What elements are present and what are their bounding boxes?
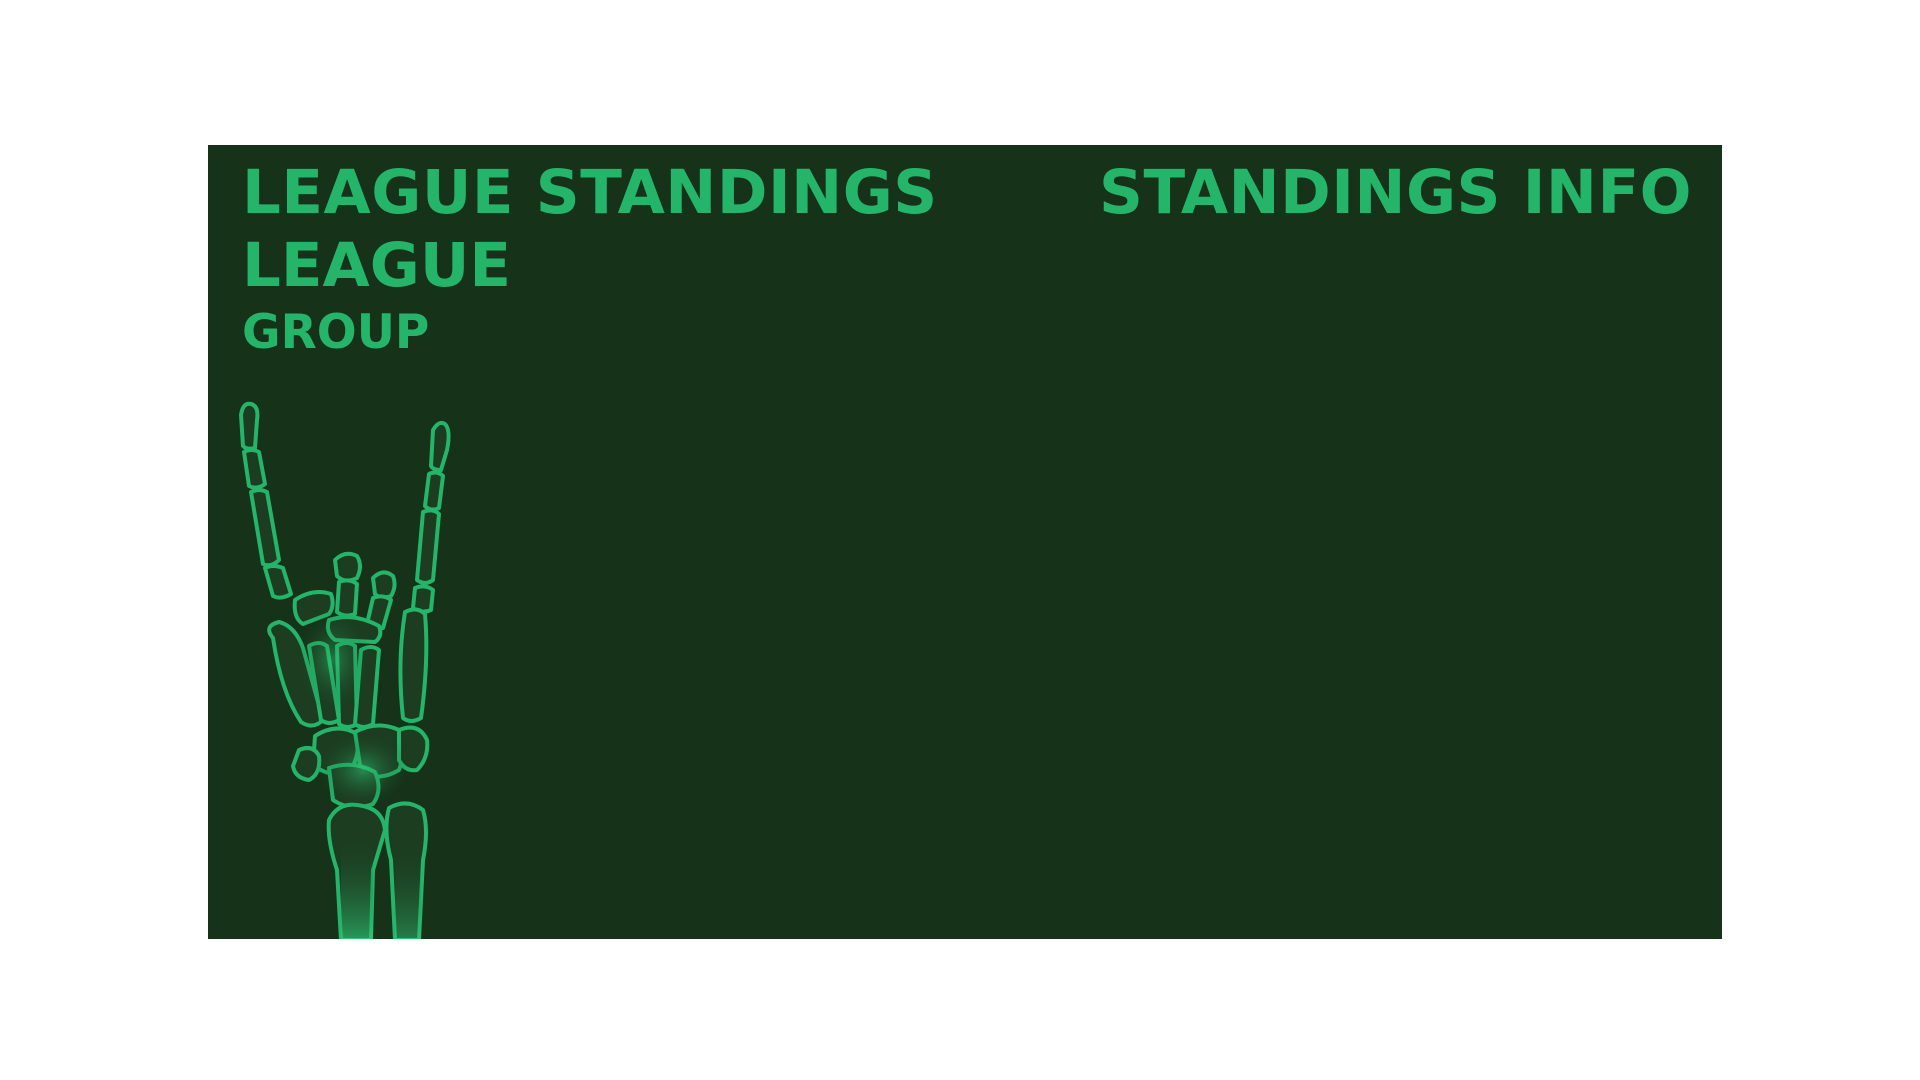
page-title: LEAGUE STANDINGS xyxy=(242,157,938,228)
skeleton-rock-hand-icon xyxy=(239,401,451,939)
league-name: LEAGUE xyxy=(242,230,512,301)
group-name: GROUP xyxy=(242,305,430,360)
standings-panel: LEAGUE STANDINGS STANDINGS INFO LEAGUE G… xyxy=(208,145,1722,939)
standings-info-title: STANDINGS INFO xyxy=(1099,157,1692,228)
